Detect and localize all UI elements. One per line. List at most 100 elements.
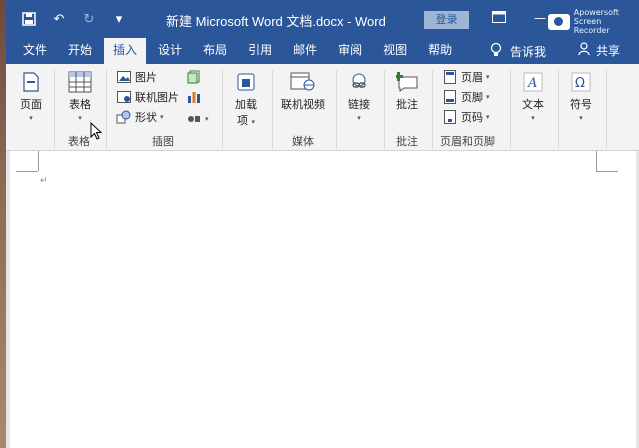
shapes-button[interactable]: 形状 ▾ <box>116 108 164 126</box>
group-label-media: 媒体 <box>292 135 314 148</box>
margin-marker <box>596 171 618 172</box>
title-bar: ↶ ↻ ▾ 新建 Microsoft Word 文档.docx - Word 登… <box>6 0 639 38</box>
margin-marker <box>596 151 597 171</box>
comment-button[interactable]: 批注 <box>392 68 422 112</box>
login-button[interactable]: 登录 <box>424 11 469 29</box>
text-caret: ▾ <box>531 114 535 122</box>
icons-button[interactable] <box>186 68 202 86</box>
group-label-illustrations: 插图 <box>152 135 174 148</box>
tab-file[interactable]: 文件 <box>14 38 56 64</box>
document-area: ↵ <box>6 151 639 448</box>
addins-label-2: 项 <box>236 114 248 127</box>
undo-icon[interactable]: ↶ <box>50 10 68 28</box>
separator <box>606 70 607 148</box>
person-icon <box>578 42 592 59</box>
tell-me-label: 告诉我 <box>510 45 547 59</box>
lightbulb-icon <box>490 42 502 61</box>
table-button[interactable]: 表格 ▾ <box>64 68 96 122</box>
online-video-label: 联机视频 <box>281 98 325 111</box>
page-number-icon <box>442 109 458 125</box>
screen-recorder-watermark: Apowersoft Screen Recorder <box>548 8 639 35</box>
icons-icon <box>186 69 202 85</box>
separator <box>106 70 107 148</box>
margin-marker <box>38 151 39 171</box>
shapes-label: 形状 <box>135 111 157 124</box>
separator <box>272 70 273 148</box>
online-picture-icon <box>116 89 132 105</box>
separator <box>558 70 559 148</box>
video-icon <box>289 68 317 96</box>
page-number-button[interactable]: 页码 ▾ <box>442 108 490 126</box>
ribbon-display-icon[interactable] <box>492 11 508 27</box>
link-label: 链接 <box>348 98 370 111</box>
document-page[interactable]: ↵ <box>10 151 636 448</box>
recorder-line2: Screen Recorder <box>573 17 610 35</box>
share-button[interactable]: 共享 <box>578 42 620 59</box>
text-box-icon: A <box>519 68 547 96</box>
header-caret: ▾ <box>486 73 490 81</box>
header-label: 页眉 <box>461 71 483 84</box>
mouse-cursor-icon <box>90 121 103 143</box>
shapes-caret: ▾ <box>160 113 164 121</box>
recorder-icon <box>548 13 570 30</box>
page-number-label: 页码 <box>461 111 483 124</box>
group-label-comments: 批注 <box>396 135 418 148</box>
paragraph-mark: ↵ <box>40 176 48 186</box>
link-icon <box>345 68 373 96</box>
separator <box>510 70 511 148</box>
shapes-icon <box>116 109 132 125</box>
separator <box>54 70 55 148</box>
customize-icon[interactable]: ▾ <box>110 10 128 28</box>
symbol-caret: ▾ <box>579 114 583 122</box>
separator <box>222 70 223 148</box>
smartart-caret: ▾ <box>205 115 209 123</box>
footer-button[interactable]: 页脚 ▾ <box>442 88 490 106</box>
online-picture-button[interactable]: 联机图片 <box>116 88 179 106</box>
addins-button[interactable]: 加载 项 ▾ <box>228 68 264 128</box>
footer-label: 页脚 <box>461 91 483 104</box>
text-button[interactable]: A 文本 ▾ <box>518 68 548 122</box>
tab-references[interactable]: 引用 <box>239 38 281 64</box>
tab-view[interactable]: 视图 <box>374 38 416 64</box>
share-label: 共享 <box>596 44 621 58</box>
pages-label: 页面 <box>20 98 42 111</box>
link-button[interactable]: 链接 ▾ <box>344 68 374 122</box>
symbol-label: 符号 <box>570 98 592 111</box>
addins-caret: ▾ <box>251 118 255 126</box>
save-icon[interactable] <box>20 10 38 28</box>
table-icon <box>66 68 94 96</box>
online-video-button[interactable]: 联机视频 <box>278 68 328 112</box>
tab-review[interactable]: 审阅 <box>329 38 371 64</box>
tab-mailings[interactable]: 邮件 <box>284 38 326 64</box>
pages-caret: ▾ <box>29 114 33 122</box>
group-label-header-footer: 页眉和页脚 <box>440 135 495 148</box>
pages-button[interactable]: 页面 ▾ <box>16 68 46 122</box>
page-icon <box>17 68 45 96</box>
picture-label: 图片 <box>135 71 157 84</box>
separator <box>336 70 337 148</box>
omega-icon: Ω <box>567 68 595 96</box>
quick-access-toolbar: ↶ ↻ ▾ <box>20 10 128 28</box>
redo-icon[interactable]: ↻ <box>80 10 98 28</box>
word-window: ↶ ↻ ▾ 新建 Microsoft Word 文档.docx - Word 登… <box>6 0 639 448</box>
ribbon-tabs: 文件 开始 插入 设计 布局 引用 邮件 审阅 视图 帮助 告诉我 共享 <box>6 38 639 64</box>
tell-me-search[interactable]: 告诉我 <box>490 42 546 61</box>
chart-button[interactable] <box>186 88 202 106</box>
smartart-button[interactable]: ▾ <box>186 110 209 128</box>
header-icon <box>442 69 458 85</box>
picture-button[interactable]: 图片 <box>116 68 157 86</box>
tab-help[interactable]: 帮助 <box>419 38 461 64</box>
tab-home[interactable]: 开始 <box>59 38 101 64</box>
recorder-line1: Apowersoft <box>573 8 619 17</box>
new-comment-icon <box>393 68 421 96</box>
table-label: 表格 <box>69 98 91 111</box>
tab-design[interactable]: 设计 <box>149 38 191 64</box>
text-label: 文本 <box>522 98 544 111</box>
tab-insert[interactable]: 插入 <box>104 38 147 64</box>
picture-icon <box>116 69 132 85</box>
svg-text:Ω: Ω <box>575 76 585 91</box>
chart-icon <box>186 89 202 105</box>
header-button[interactable]: 页眉 ▾ <box>442 68 490 86</box>
symbol-button[interactable]: Ω 符号 ▾ <box>566 68 596 122</box>
tab-layout[interactable]: 布局 <box>194 38 236 64</box>
